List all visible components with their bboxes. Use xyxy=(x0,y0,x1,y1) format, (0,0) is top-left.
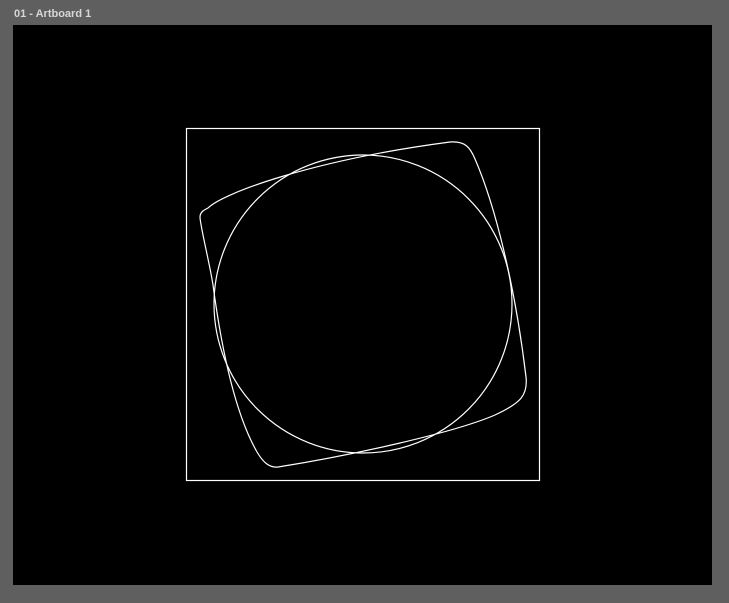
inscribed-circle[interactable] xyxy=(213,154,513,454)
squircle-shape[interactable] xyxy=(199,141,527,468)
artboard-canvas[interactable] xyxy=(13,25,712,585)
artboard-drawing xyxy=(185,127,541,482)
artboard-label[interactable]: 01 - Artboard 1 xyxy=(14,8,91,21)
bounding-square[interactable] xyxy=(185,127,541,482)
